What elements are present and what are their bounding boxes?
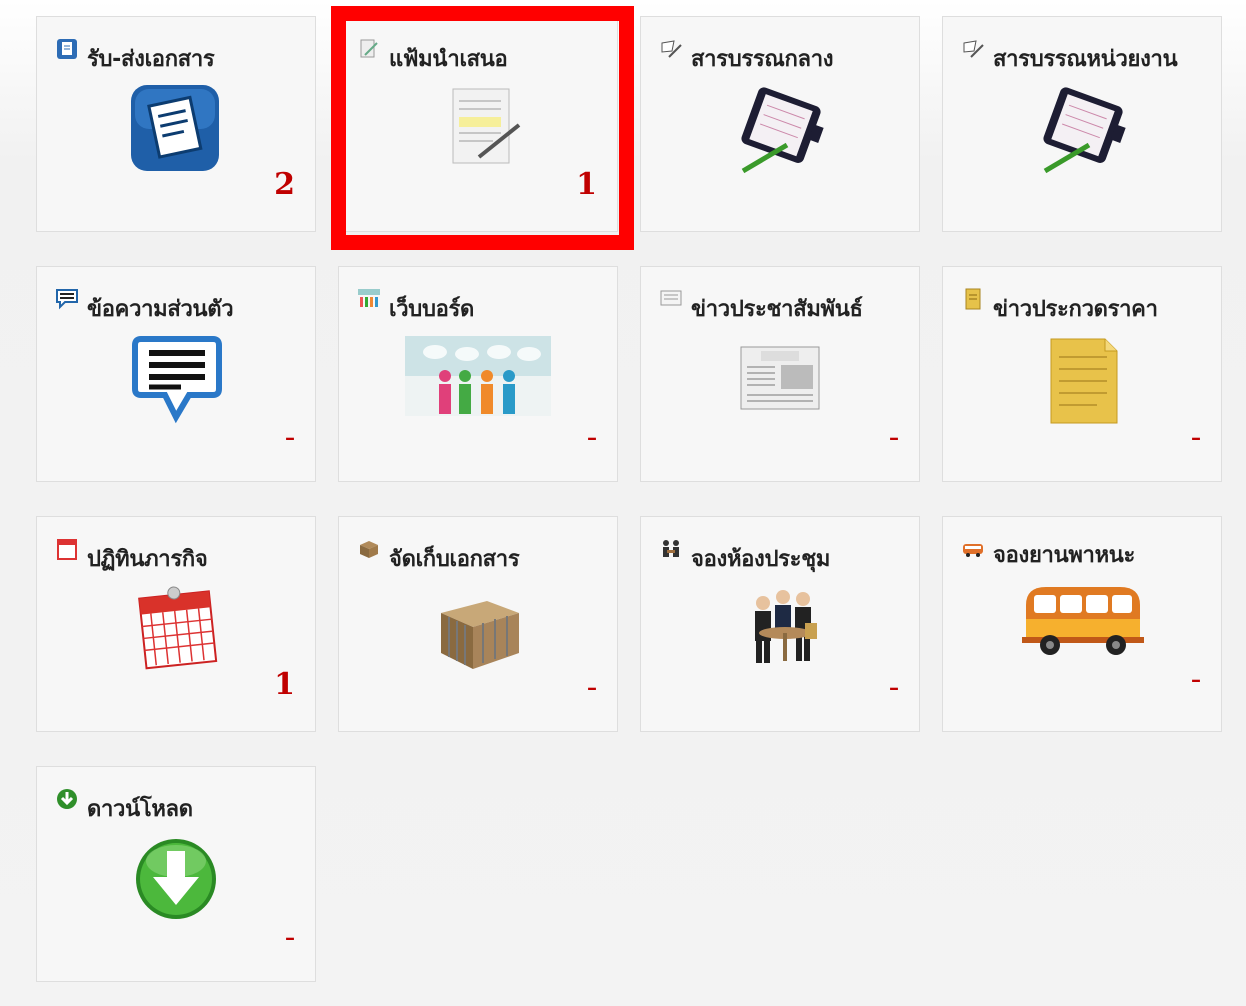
note-icon: [965, 288, 981, 310]
discussion-people-icon: [405, 336, 551, 416]
tile-public-relations-news[interactable]: ข่าวประชาสัมพันธ์ –: [640, 266, 920, 482]
tile-title: เว็บบอร์ด: [389, 297, 475, 322]
module-grid: รับ-ส่งเอกสาร 2 แฟ้มนำเสนอ 1 สารบรรณกลาง…: [0, 0, 1246, 1006]
notepad-icon: [1050, 338, 1118, 424]
notebook-pen-icon: [1043, 87, 1126, 174]
tile-document-archive[interactable]: จัดเก็บเอกสาร –: [338, 516, 618, 732]
tile-title: สารบรรณกลาง: [691, 47, 834, 72]
box-small-icon: [360, 541, 378, 558]
tile-title: จองห้องประชุม: [691, 547, 831, 572]
tile-document-exchange[interactable]: รับ-ส่งเอกสาร 2: [36, 16, 316, 232]
tile-meeting-room-booking[interactable]: จองห้องประชุม –: [640, 516, 920, 732]
signing-document-icon: [452, 88, 521, 164]
item-count: 2: [274, 167, 295, 202]
tile-title: ข่าวประกวดราคา: [993, 297, 1158, 322]
tile-vehicle-booking[interactable]: จองยานพาหนะ –: [942, 516, 1222, 732]
pen-icon: [963, 40, 984, 58]
tile-central-correspondence[interactable]: สารบรรณกลาง: [640, 16, 920, 232]
tile-download[interactable]: ดาวน์โหลด –: [36, 766, 316, 982]
item-count: –: [1191, 425, 1201, 449]
news-icon: [660, 290, 682, 306]
item-count: –: [889, 425, 899, 449]
tile-unit-correspondence[interactable]: สารบรรณหน่วยงาน: [942, 16, 1222, 232]
chat-icon: [56, 289, 78, 310]
meeting-small-icon: [663, 540, 679, 557]
pen-paper-icon: [360, 39, 378, 58]
calendar-small-icon: [57, 539, 77, 560]
tile-title: ข่าวประชาสัมพันธ์: [691, 297, 863, 322]
item-count: –: [1191, 667, 1201, 691]
tile-title: สารบรรณหน่วยงาน: [993, 47, 1178, 72]
tile-presentation-file[interactable]: แฟ้มนำเสนอ 1: [338, 16, 618, 232]
item-count: –: [889, 675, 899, 699]
tile-private-messages[interactable]: ข้อความส่วนตัว –: [36, 266, 316, 482]
document-icon: [57, 39, 77, 59]
people-icon: [358, 289, 380, 307]
archive-box-icon: [441, 601, 519, 669]
tile-title: จัดเก็บเอกสาร: [389, 547, 520, 572]
bus-small-icon: [963, 544, 983, 557]
tile-title: ปฏิทินภารกิจ: [87, 547, 208, 572]
item-count: –: [587, 675, 597, 699]
bus-icon: [1022, 587, 1144, 655]
item-count: –: [285, 925, 295, 949]
tile-webboard[interactable]: เว็บบอร์ด –: [338, 266, 618, 482]
tile-price-bidding-news[interactable]: ข่าวประกวดราคา –: [942, 266, 1222, 482]
speech-bubble-icon: [132, 336, 222, 424]
tile-title: แฟ้มนำเสนอ: [389, 47, 508, 72]
download-arrow-icon: [136, 839, 216, 919]
download-small-icon: [57, 789, 77, 809]
tile-mission-calendar[interactable]: ปฏิทินภารกิจ 1: [36, 516, 316, 732]
calendar-icon: [138, 586, 218, 670]
meeting-people-icon: [755, 590, 817, 663]
item-count: 1: [576, 167, 597, 202]
item-count: –: [285, 425, 295, 449]
item-count: –: [587, 425, 597, 449]
tile-title: ดาวน์โหลด: [87, 797, 193, 822]
newspaper-icon: [740, 346, 820, 410]
notebook-pen-icon: [741, 87, 824, 174]
tile-title: รับ-ส่งเอกสาร: [87, 47, 215, 72]
tile-title: ข้อความส่วนตัว: [87, 297, 234, 322]
pen-icon: [661, 40, 682, 58]
document-folder-icon: [131, 85, 219, 171]
item-count: 1: [274, 667, 295, 702]
tile-title: จองยานพาหนะ: [993, 543, 1136, 568]
